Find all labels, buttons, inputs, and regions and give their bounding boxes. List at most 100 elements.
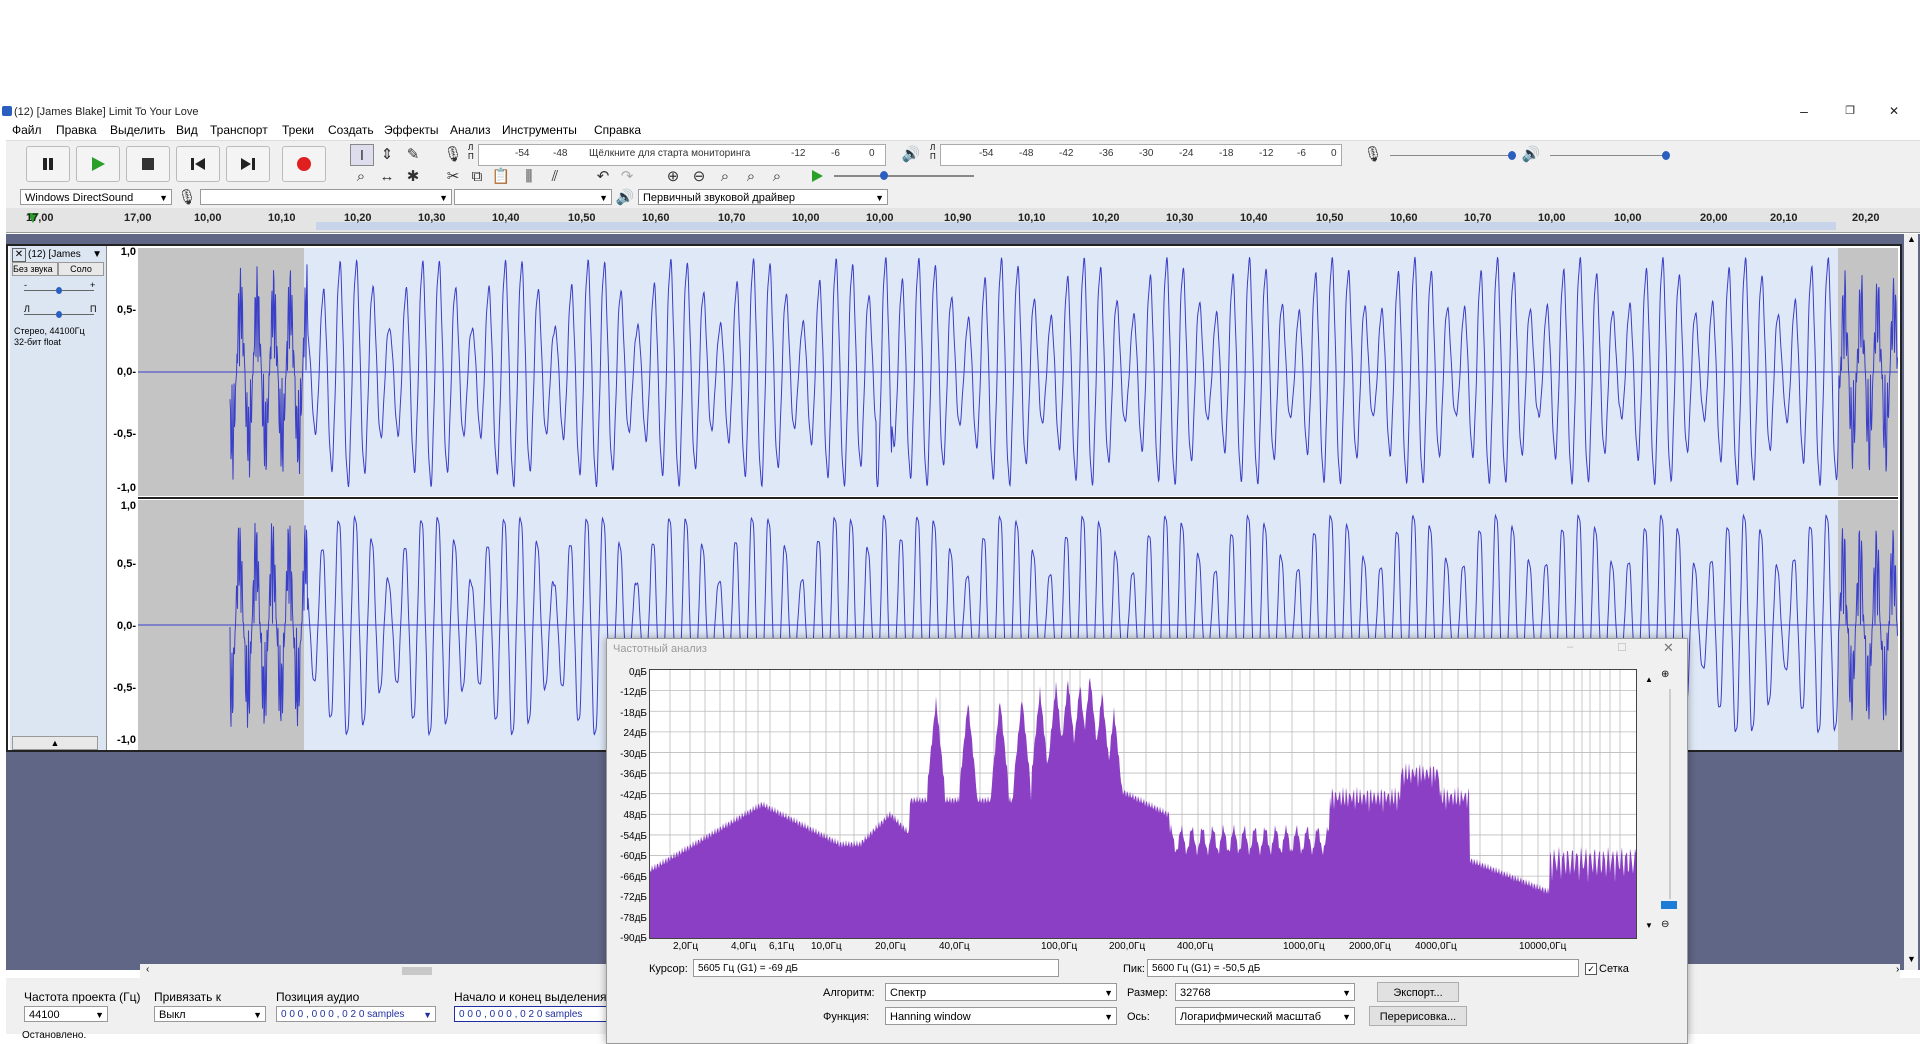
redo-button[interactable]: ↷ [616, 166, 638, 186]
record-volume-slider[interactable] [1390, 151, 1516, 160]
db-axis-label: 24дБ [623, 728, 647, 740]
zoom-slider[interactable] [1669, 689, 1671, 899]
play-speed-slider[interactable] [834, 171, 974, 180]
zoom-slider-thumb[interactable] [1661, 901, 1677, 909]
envelope-tool[interactable]: ⇕ [376, 144, 398, 164]
menu-transport[interactable]: Транспорт [210, 123, 268, 137]
restore-button[interactable]: ❐ [1830, 104, 1870, 120]
export-button[interactable]: Экспорт... [1377, 982, 1459, 1002]
play-volume-slider[interactable] [1550, 151, 1670, 160]
project-rate-select[interactable]: 44100 ▼ [24, 1006, 108, 1022]
zoom-in-button[interactable]: ⊕ [662, 166, 684, 186]
trim-button[interactable]: ⫼ [518, 166, 540, 186]
minimize-button[interactable]: – [1784, 104, 1824, 120]
undo-button[interactable]: ↶ [592, 166, 614, 186]
selection-start-field[interactable]: 0 0 0 , 0 0 0 , 0 2 0 samples [454, 1006, 610, 1022]
slider-thumb[interactable] [56, 311, 62, 318]
menu-help[interactable]: Справка [594, 123, 641, 137]
zoom-toggle-button[interactable]: ⌕ [766, 166, 788, 186]
timeshift-tool[interactable]: ↔ [376, 166, 398, 186]
scroll-thumb[interactable] [402, 967, 432, 975]
pan-right-label: П [90, 304, 97, 314]
close-window-button[interactable]: ✕ [1874, 104, 1914, 120]
draw-tool[interactable]: ✎ [402, 144, 424, 164]
slider-thumb[interactable] [1662, 151, 1670, 160]
playback-device-select[interactable]: Первичный звуковой драйвер ▼ [638, 189, 888, 205]
algorithm-select[interactable]: Спектр ▼ [885, 983, 1117, 1001]
zoom-out-icon[interactable]: ⊖ [1661, 919, 1669, 930]
play-at-speed-button[interactable] [806, 166, 828, 186]
dialog-minimize-button[interactable]: – [1567, 641, 1573, 653]
fit-selection-button[interactable]: ⌕ [714, 166, 736, 186]
menu-tools[interactable]: Инструменты [502, 123, 577, 137]
menu-effects[interactable]: Эффекты [384, 123, 439, 137]
slider-thumb[interactable] [1508, 151, 1516, 160]
scroll-up-icon[interactable]: ▲ [1907, 234, 1916, 244]
chevron-down-icon: ▼ [253, 1010, 262, 1020]
snap-select[interactable]: Выкл ▼ [154, 1006, 266, 1022]
grid-checkbox[interactable]: ✓ [1585, 963, 1597, 975]
gain-slider[interactable] [24, 287, 94, 294]
replot-button[interactable]: Перерисовка... [1369, 1006, 1467, 1026]
paste-button[interactable]: 📋 [490, 166, 512, 186]
solo-button[interactable]: Соло [58, 262, 104, 276]
silence-button[interactable]: ⫽ [544, 166, 566, 186]
menu-analyze[interactable]: Анализ [450, 123, 491, 137]
record-meter[interactable]: -54 -48 Щёлкните для старта мониторинга … [478, 144, 886, 166]
play-button[interactable] [76, 146, 120, 182]
multi-tool[interactable]: ✱ [402, 166, 424, 186]
record-meter-button[interactable]: 🎙 [442, 144, 464, 164]
menu-file[interactable]: Файл [12, 123, 42, 137]
menu-tracks[interactable]: Треки [282, 123, 314, 137]
fit-project-button[interactable]: ⌕ [740, 166, 762, 186]
menu-view[interactable]: Вид [176, 123, 198, 137]
meter-tick: -24 [1179, 148, 1194, 159]
size-select[interactable]: 32768 ▼ [1175, 983, 1355, 1001]
zoom-out-button[interactable]: ⊖ [688, 166, 710, 186]
audio-position-field[interactable]: 0 0 0 , 0 0 0 , 0 2 0 samples ▼ [276, 1006, 436, 1022]
zoom-in-icon[interactable]: ⊕ [1661, 669, 1669, 680]
copy-button[interactable]: ⧉ [466, 166, 488, 186]
zoom-tool[interactable]: ⌕ [350, 166, 372, 186]
scroll-left-icon[interactable]: ‹ [146, 964, 149, 975]
stop-button[interactable] [126, 146, 170, 182]
record-channels-select[interactable]: ▼ [454, 189, 612, 205]
scroll-down-icon[interactable]: ▼ [1907, 954, 1916, 964]
mute-button[interactable]: Без звука [12, 262, 58, 276]
close-track-button[interactable]: ✕ [12, 248, 26, 262]
menu-generate[interactable]: Создать [328, 123, 374, 137]
ruler-tick: 10,90 [944, 212, 972, 224]
menu-edit[interactable]: Правка [56, 123, 97, 137]
pause-button[interactable] [26, 146, 70, 182]
axis-select[interactable]: Логарифмический масштаб ▼ [1175, 1007, 1355, 1025]
play-meter[interactable]: -54 -48 -42 -36 -30 -24 -18 -12 -6 0 [940, 144, 1342, 166]
record-button[interactable] [282, 146, 326, 182]
meter-tick: -42 [1059, 148, 1074, 159]
skip-end-button[interactable] [226, 146, 270, 182]
track-name-menu[interactable]: (12) [James ▼ [28, 248, 104, 261]
slider-thumb[interactable] [56, 287, 62, 294]
scroll-down-icon[interactable]: ▼ [1645, 921, 1653, 930]
spectrum-plot[interactable] [649, 669, 1637, 939]
record-device-select[interactable]: ▼ [200, 189, 452, 205]
collapse-track-button[interactable]: ▲ [12, 736, 98, 750]
skip-start-button[interactable] [176, 146, 220, 182]
menu-select[interactable]: Выделить [110, 123, 165, 137]
audio-host-select[interactable]: Windows DirectSound ▼ [20, 189, 172, 205]
cut-button[interactable]: ✂ [442, 166, 464, 186]
pan-slider[interactable] [24, 311, 94, 318]
play-meter-button[interactable]: 🔊 [900, 144, 922, 164]
selection-tool[interactable]: I [350, 144, 374, 166]
vertical-scrollbar[interactable]: ▲ ▼ [1904, 234, 1918, 970]
slider-thumb[interactable] [880, 171, 888, 180]
scroll-right-icon[interactable]: › [1896, 964, 1899, 975]
algorithm-label: Алгоритм: [823, 987, 875, 999]
scroll-up-icon[interactable]: ▲ [1645, 675, 1653, 684]
timeline-ruler[interactable]: 17,00 17,00 10,00 10,10 10,20 10,30 10,40 10,50… [6, 208, 1920, 233]
record-device-icon: 🎙 [176, 187, 198, 207]
function-select[interactable]: Hanning window ▼ [885, 1007, 1117, 1025]
dialog-close-button[interactable]: ✕ [1663, 640, 1674, 656]
dialog-maximize-button[interactable]: ☐ [1617, 641, 1627, 654]
waveform-left-channel[interactable] [138, 248, 1898, 496]
gain-minus-label: - [24, 280, 27, 290]
